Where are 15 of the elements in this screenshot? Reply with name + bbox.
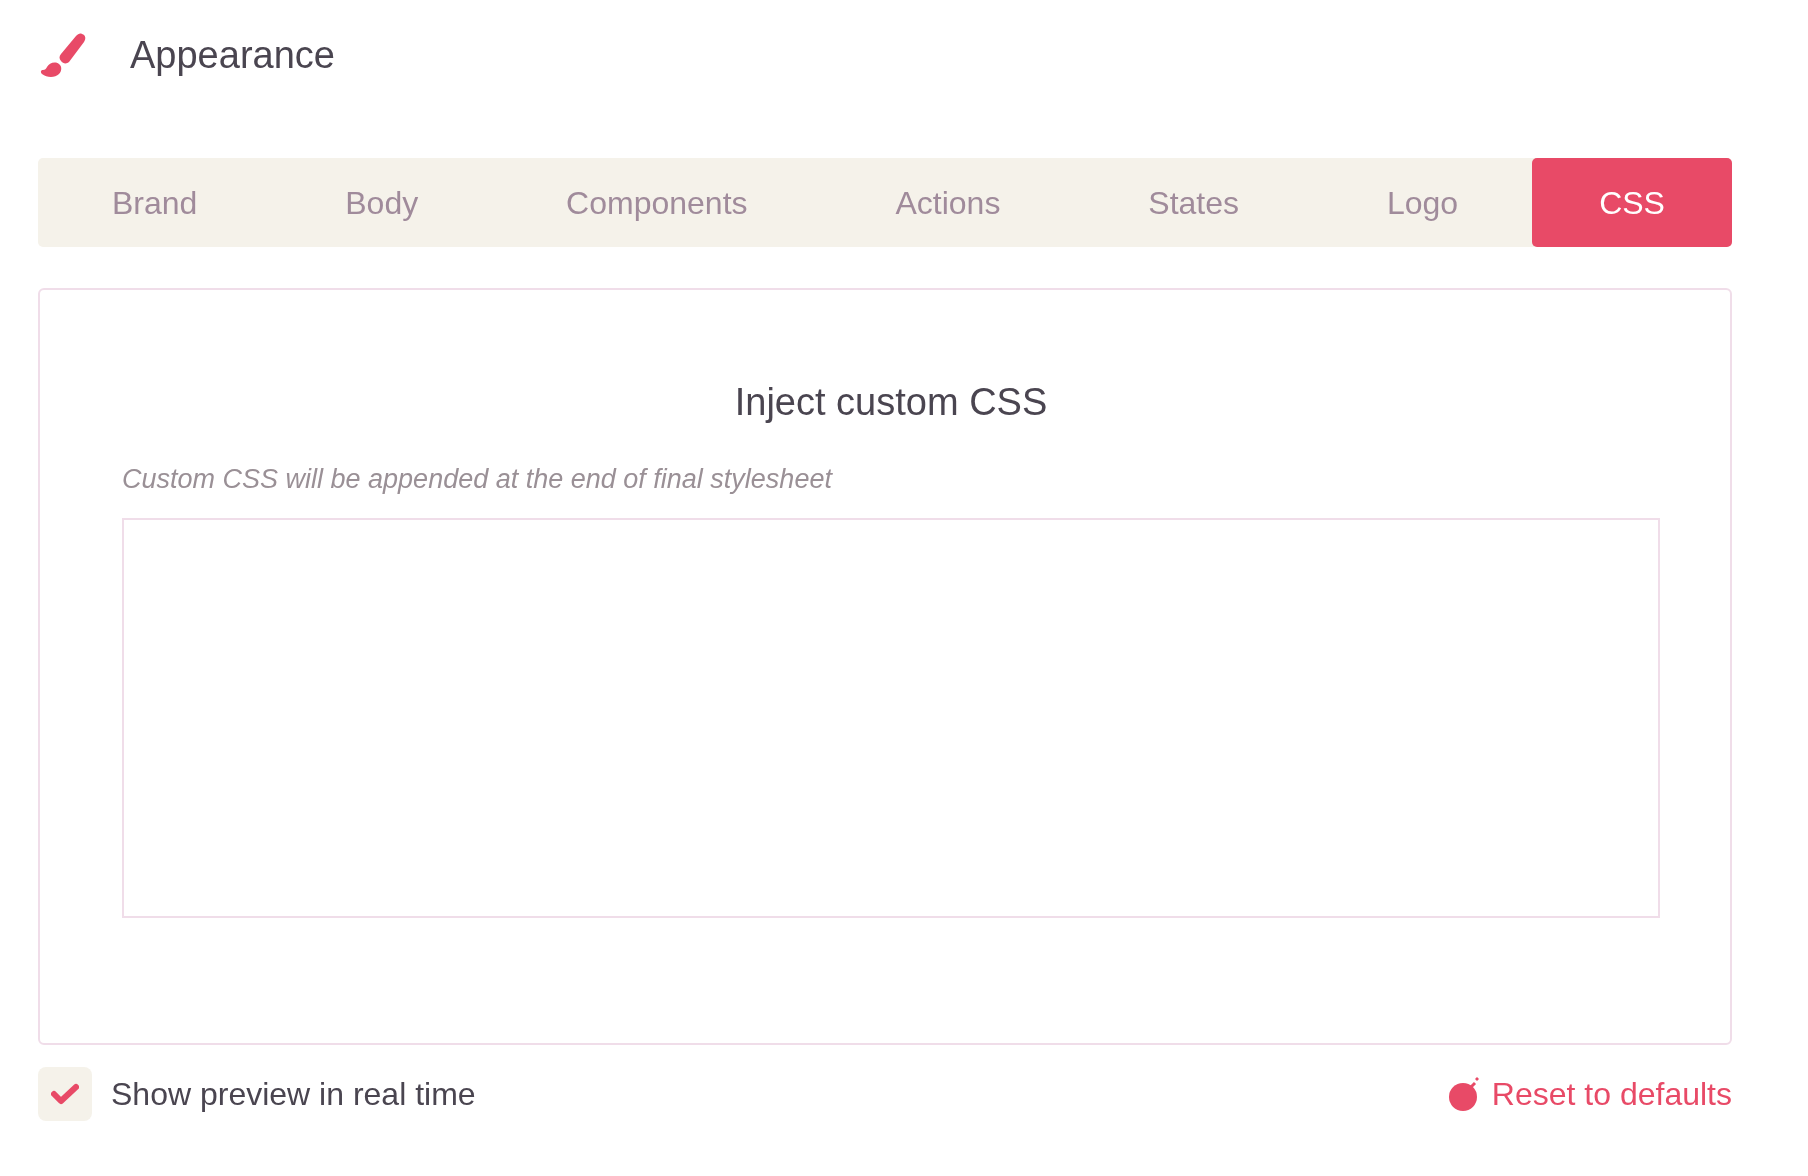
tab[interactable]: Logo — [1312, 158, 1533, 247]
css-input-field[interactable] — [122, 517, 1660, 918]
tab[interactable]: CSS — [1532, 158, 1733, 247]
tab[interactable]: States — [1074, 158, 1313, 247]
hint-text: Custom CSS will be appended at the end of final stylesheet — [122, 463, 834, 496]
checkmark-icon — [51, 1083, 79, 1105]
panel-heading: Inject custom CSS — [733, 380, 1049, 425]
tab[interactable]: Actions — [821, 158, 1075, 247]
page-title: Appearance — [130, 32, 335, 78]
tab[interactable]: Components — [492, 158, 822, 247]
tab[interactable]: Brand — [38, 158, 272, 247]
tab[interactable]: Body — [271, 158, 493, 247]
checkbox-label: Show preview in real time — [111, 1075, 476, 1114]
checkbox[interactable] — [38, 1067, 92, 1121]
reset-link[interactable]: Reset to defaults — [1447, 1070, 1732, 1118]
